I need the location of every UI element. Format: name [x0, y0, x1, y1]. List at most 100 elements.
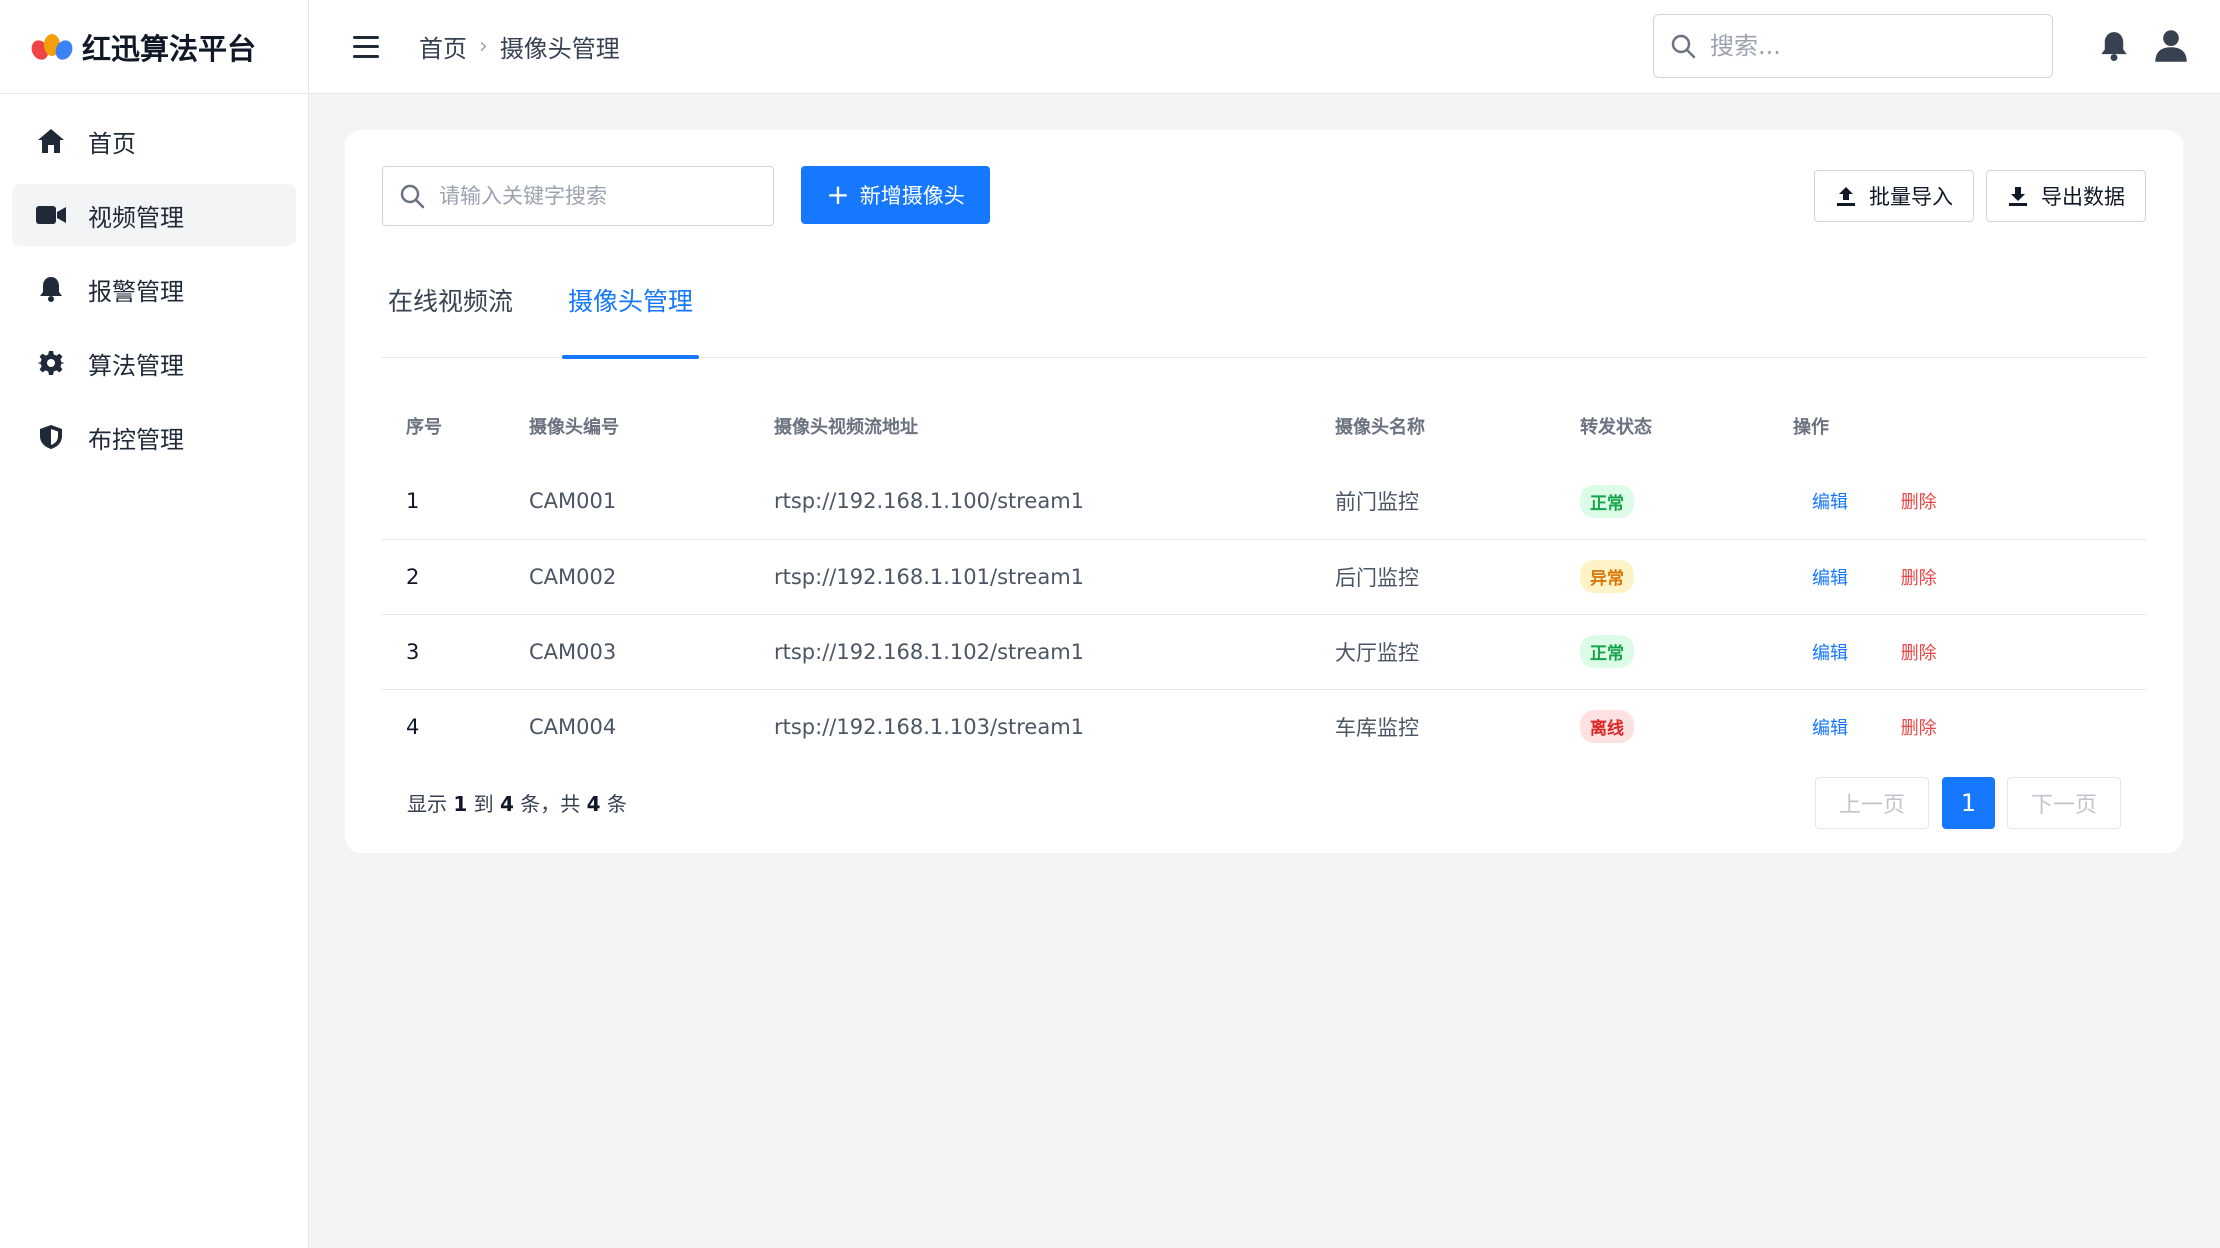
sidebar-item-algorithm[interactable]: 算法管理 — [12, 332, 296, 394]
camera-stream-url: rtsp://192.168.1.100/stream1 — [774, 464, 1335, 540]
header-search-input[interactable] — [1710, 32, 2030, 60]
bell-icon — [36, 274, 66, 304]
status-badge: 离线 — [1580, 710, 1634, 744]
status-cell: 正常 — [1580, 614, 1793, 690]
camera-id: CAM004 — [529, 714, 617, 739]
add-camera-label: 新增摄像头 — [859, 184, 965, 208]
header-search-box[interactable] — [1653, 14, 2053, 78]
home-icon — [36, 126, 66, 156]
column-header: 摄像头视频流地址 — [774, 417, 918, 438]
batch-import-label: 批量导入 — [1869, 185, 1953, 209]
breadcrumb: 首页 › 摄像头管理 — [419, 29, 620, 64]
column-header: 序号 — [406, 417, 442, 438]
camera-stream-url: rtsp://192.168.1.102/stream1 — [774, 614, 1335, 690]
gear-icon — [36, 348, 66, 378]
camera-id: CAM002 — [529, 539, 774, 615]
pagination-from: 1 — [453, 792, 468, 816]
next-page-button[interactable]: 下一页 — [2007, 777, 2121, 829]
pagination-text-end: 条 — [606, 792, 627, 816]
menu-toggle-icon[interactable] — [353, 35, 379, 58]
column-header: 摄像头名称 — [1335, 417, 1425, 438]
tab-online-streams[interactable]: 在线视频流 — [388, 250, 513, 358]
actions-cell: 编辑 删除 — [1793, 464, 2146, 540]
logo[interactable]: 红迅算法平台 — [0, 0, 308, 94]
sidebar-item-deploy[interactable]: 布控管理 — [12, 406, 296, 468]
sidebar-item-label: 报警管理 — [88, 277, 184, 306]
status-badge: 异常 — [1580, 560, 1634, 593]
chevron-right-icon: › — [479, 34, 488, 59]
camera-table: 序号 摄像头编号 摄像头视频流地址 摄像头名称 转发状态 操作 1 CAM001… — [382, 356, 2146, 764]
tab-bar: 在线视频流 摄像头管理 — [382, 250, 2146, 359]
pagination-info: 显示 1 到 4 条，共 4 条 — [407, 788, 627, 817]
notification-bell-icon[interactable] — [2099, 31, 2129, 61]
plus-icon: + — [826, 178, 850, 211]
add-camera-button[interactable]: + 新增摄像头 — [801, 166, 990, 224]
sidebar-item-video[interactable]: 视频管理 — [12, 184, 296, 246]
delete-button[interactable]: 删除 — [1901, 568, 1937, 589]
edit-button[interactable]: 编辑 — [1812, 568, 1848, 589]
sidebar-item-alarm[interactable]: 报警管理 — [12, 258, 296, 320]
app-title: 红迅算法平台 — [82, 31, 257, 66]
keyword-search-input[interactable] — [439, 184, 759, 208]
keyword-search-box[interactable] — [382, 166, 774, 226]
sidebar-item-label: 视频管理 — [88, 203, 184, 232]
row-number: 1 — [382, 464, 529, 540]
table-row: 1 CAM001 rtsp://192.168.1.100/stream1 前门… — [382, 464, 2146, 540]
status-badge: 正常 — [1580, 635, 1634, 668]
pagination-to-word: 到 — [473, 792, 494, 816]
pagination-text: 条，共 — [520, 792, 581, 816]
prev-page-button[interactable]: 上一页 — [1815, 777, 1929, 829]
actions-cell: 编辑 删除 — [1793, 614, 2146, 690]
shield-icon — [36, 422, 66, 452]
camera-management-card: + 新增摄像头 批量导入 导出数据 在线视频流 摄像头管理 序号 摄像头编号 摄… — [345, 130, 2183, 853]
sidebar: 红迅算法平台 首页 视频管理 报警管理 算法管理 布控管理 — [0, 0, 309, 1248]
search-icon — [400, 184, 425, 209]
video-camera-icon — [36, 200, 66, 230]
camera-name: 大厅监控 — [1335, 614, 1580, 690]
pagination-total: 4 — [586, 792, 601, 816]
upload-icon — [1837, 187, 1855, 206]
row-number: 2 — [382, 539, 529, 615]
column-header: 转发状态 — [1580, 417, 1652, 438]
breadcrumb-current: 摄像头管理 — [499, 35, 620, 63]
tab-camera-management[interactable]: 摄像头管理 — [561, 250, 700, 359]
status-cell: 正常 — [1580, 464, 1793, 540]
camera-name: 后门监控 — [1335, 539, 1580, 615]
sidebar-nav: 首页 视频管理 报警管理 算法管理 布控管理 — [0, 94, 308, 468]
actions-cell: 编辑 删除 — [1793, 689, 2146, 764]
search-icon — [1671, 34, 1696, 59]
camera-stream-url: rtsp://192.168.1.101/stream1 — [774, 539, 1335, 615]
edit-button[interactable]: 编辑 — [1812, 643, 1848, 664]
export-data-label: 导出数据 — [2041, 185, 2125, 209]
pagination-info-prefix: 显示 — [407, 792, 447, 816]
camera-name: 前门监控 — [1335, 464, 1580, 540]
sidebar-item-label: 首页 — [88, 129, 136, 158]
edit-button[interactable]: 编辑 — [1812, 492, 1848, 513]
top-header: 首页 › 摄像头管理 — [309, 0, 2220, 94]
sidebar-item-home[interactable]: 首页 — [12, 110, 296, 172]
table-row: 4 CAM004 rtsp://192.168.1.103/stream1 车库… — [382, 689, 2146, 764]
edit-button[interactable]: 编辑 — [1812, 718, 1848, 739]
export-data-button[interactable]: 导出数据 — [1986, 170, 2146, 222]
delete-button[interactable]: 删除 — [1901, 643, 1937, 664]
sidebar-item-label: 布控管理 — [88, 425, 184, 454]
user-icon[interactable] — [2154, 29, 2188, 63]
status-cell: 离线 — [1580, 689, 1793, 764]
table-header-row: 序号 摄像头编号 摄像头视频流地址 摄像头名称 转发状态 操作 — [382, 356, 2146, 464]
sidebar-item-label: 算法管理 — [88, 351, 184, 380]
table-row: 2 CAM002 rtsp://192.168.1.101/stream1 后门… — [382, 539, 2146, 615]
table-row: 3 CAM003 rtsp://192.168.1.102/stream1 大厅… — [382, 614, 2146, 690]
actions-cell: 编辑 删除 — [1793, 539, 2146, 615]
delete-button[interactable]: 删除 — [1901, 718, 1937, 739]
column-header: 摄像头编号 — [529, 417, 619, 438]
status-badge: 正常 — [1580, 484, 1634, 518]
pagination-to: 4 — [500, 792, 514, 816]
download-icon — [2009, 187, 2027, 206]
page-1-button[interactable]: 1 — [1942, 777, 1995, 829]
delete-button[interactable]: 删除 — [1901, 492, 1937, 513]
batch-import-button[interactable]: 批量导入 — [1814, 170, 1974, 222]
row-number: 4 — [406, 714, 420, 739]
breadcrumb-home[interactable]: 首页 — [419, 29, 467, 64]
logo-icon — [28, 32, 76, 62]
camera-stream-url: rtsp://192.168.1.103/stream1 — [774, 714, 1085, 739]
